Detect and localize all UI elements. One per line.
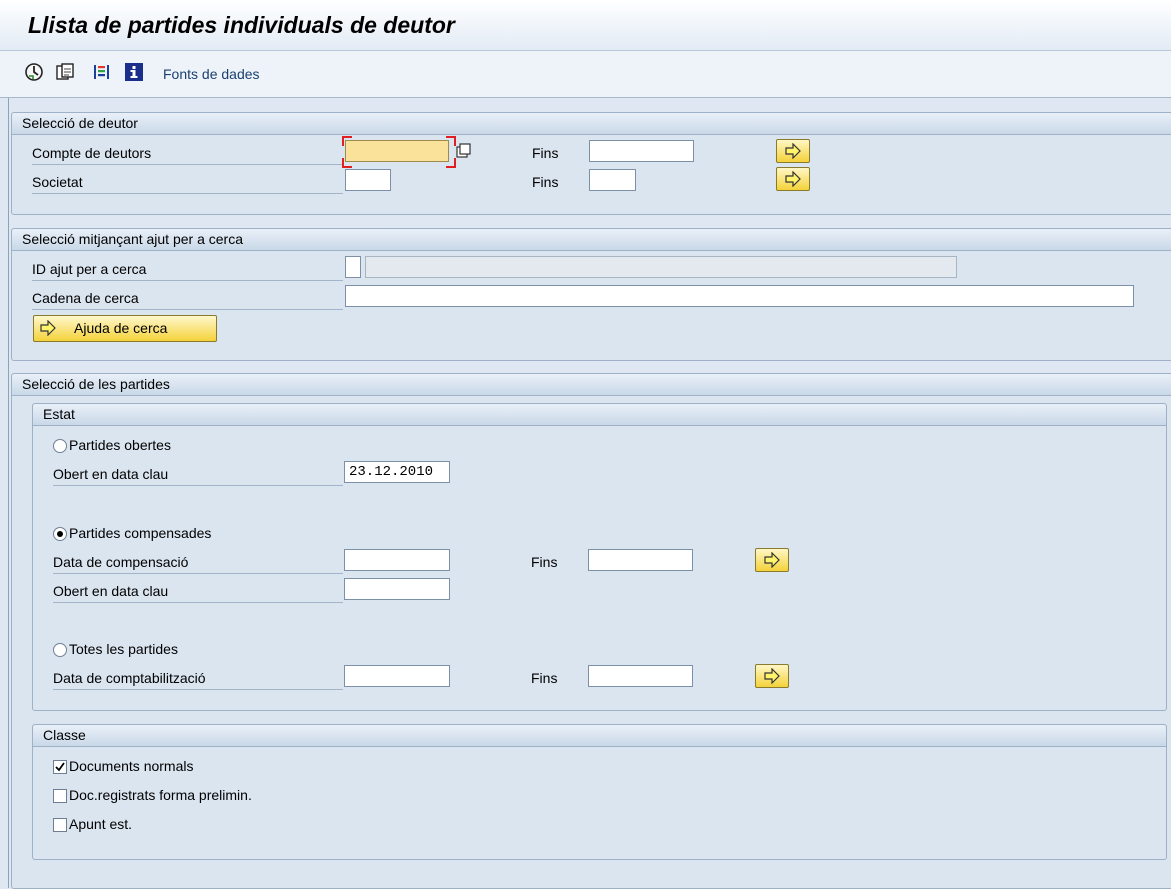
group-header: Selecció mitjançant ajut per a cerca (12, 229, 1171, 251)
search-help-button-label: Ajuda de cerca (74, 320, 168, 336)
application-toolbar: Fonts de dades (0, 51, 1171, 98)
company-to-label: Fins (532, 174, 559, 190)
posting-multiple-selection-button[interactable] (755, 664, 789, 688)
all-items-radio[interactable] (53, 643, 67, 657)
posting-to-label: Fins (531, 670, 558, 686)
normal-docs-checkbox[interactable] (53, 760, 67, 774)
group-header: Selecció de deutor (12, 113, 1171, 135)
focus-marker (342, 158, 352, 168)
group-header: Classe (33, 725, 1166, 747)
cleared-items-radio[interactable] (53, 527, 67, 541)
debtor-selection-title: Selecció de deutor (22, 115, 138, 131)
open-key-date-input[interactable] (344, 461, 450, 483)
arrow-right-icon (764, 668, 780, 684)
items-selection-title: Selecció de les partides (22, 376, 170, 392)
account-to-label: Fins (532, 145, 559, 161)
account-label: Compte de deutors (32, 142, 343, 165)
debtor-selection-group: Selecció de deutor Compte de deutors Fin… (11, 112, 1171, 215)
clearing-multiple-selection-button[interactable] (755, 548, 789, 572)
group-header: Selecció de les partides (12, 374, 1171, 396)
search-help-group: Selecció mitjançant ajut per a cerca ID … (11, 228, 1171, 361)
clearing-date-label: Data de compensació (53, 551, 343, 574)
statistical-items-label[interactable]: Apunt est. (69, 816, 132, 832)
account-multiple-selection-button[interactable] (776, 139, 810, 163)
search-help-title: Selecció mitjançant ajut per a cerca (22, 231, 243, 247)
page-title: Llista de partides individuals de deutor (28, 12, 455, 38)
data-sources-button[interactable]: Fonts de dades (163, 66, 260, 82)
multicolor-list-icon[interactable] (92, 62, 112, 82)
multiple-selection-icon[interactable] (455, 142, 473, 160)
statistical-items-checkbox[interactable] (53, 818, 67, 832)
search-help-id-input[interactable] (345, 256, 361, 278)
type-group: Classe Documents normals Doc.registrats … (32, 724, 1167, 860)
open-items-label[interactable]: Partides obertes (69, 437, 171, 453)
info-icon[interactable] (124, 62, 144, 82)
open-items-radio[interactable] (53, 439, 67, 453)
search-help-description-field (365, 256, 957, 278)
arrow-right-icon (40, 320, 56, 336)
arrow-right-icon (764, 552, 780, 568)
posting-date-label: Data de comptabilització (53, 667, 343, 690)
search-help-button[interactable]: Ajuda de cerca (33, 315, 217, 342)
checkmark-icon (55, 762, 65, 772)
posting-to-input[interactable] (588, 665, 693, 687)
arrow-right-icon (785, 171, 801, 187)
execute-icon[interactable] (24, 62, 44, 82)
parked-docs-label[interactable]: Doc.registrats forma prelimin. (69, 787, 252, 803)
title-bar: Llista de partides individuals de deutor (0, 0, 1171, 51)
account-to-input[interactable] (589, 140, 694, 162)
parked-docs-checkbox[interactable] (53, 789, 67, 803)
items-selection-group: Selecció de les partides Estat Partides … (11, 373, 1171, 889)
content-area: Selecció de deutor Compte de deutors Fin… (8, 98, 1171, 889)
status-title: Estat (43, 406, 75, 422)
clearing-to-label: Fins (531, 554, 558, 570)
search-string-label: Cadena de cerca (32, 287, 343, 310)
copy-variant-icon[interactable] (55, 62, 75, 82)
posting-date-input[interactable] (344, 665, 450, 687)
cleared-key-date-input[interactable] (344, 578, 450, 600)
type-title: Classe (43, 727, 86, 743)
company-multiple-selection-button[interactable] (776, 167, 810, 191)
company-input[interactable] (345, 169, 391, 191)
search-string-input[interactable] (345, 285, 1134, 307)
status-group: Estat Partides obertes Obert en data cla… (32, 403, 1167, 711)
account-input[interactable] (345, 140, 449, 162)
search-help-id-label: ID ajut per a cerca (32, 258, 343, 281)
arrow-right-icon (785, 143, 801, 159)
cleared-key-date-label: Obert en data clau (53, 580, 343, 603)
company-to-input[interactable] (589, 169, 636, 191)
normal-docs-label[interactable]: Documents normals (69, 758, 194, 774)
company-label: Societat (32, 171, 343, 194)
all-items-label[interactable]: Totes les partides (69, 641, 178, 657)
clearing-to-input[interactable] (588, 549, 693, 571)
clearing-date-input[interactable] (344, 549, 450, 571)
focus-marker (342, 136, 352, 146)
open-key-date-label: Obert en data clau (53, 463, 343, 486)
cleared-items-label[interactable]: Partides compensades (69, 525, 211, 541)
group-header: Estat (33, 404, 1166, 426)
